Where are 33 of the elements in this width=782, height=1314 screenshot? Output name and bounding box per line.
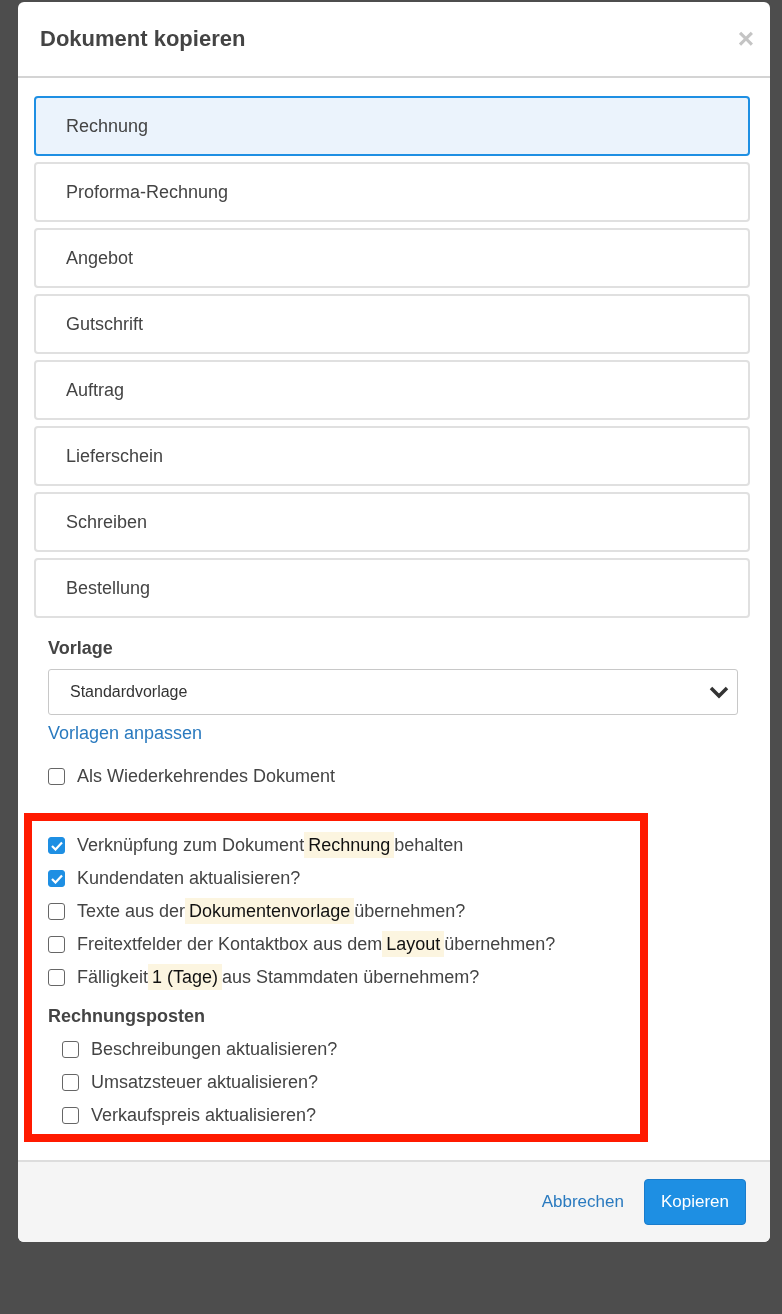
- document-type-item[interactable]: Proforma-Rechnung: [34, 162, 750, 222]
- checkbox-label: Verknüpfung zum Dokument Rechnung behalten: [77, 835, 464, 856]
- checkbox[interactable]: [48, 936, 65, 953]
- checkbox-label: Kundendaten aktualisieren?: [77, 868, 301, 889]
- chevron-down-icon: [709, 685, 729, 699]
- checkbox-label: Umsatzsteuer aktualisieren?: [91, 1072, 319, 1093]
- checkbox[interactable]: [62, 1074, 79, 1091]
- checkbox[interactable]: [62, 1041, 79, 1058]
- checkbox[interactable]: [48, 903, 65, 920]
- checkbox[interactable]: [48, 768, 65, 785]
- document-type-item[interactable]: Rechnung: [34, 96, 750, 156]
- checkbox-label: Beschreibungen aktualisieren?: [91, 1039, 338, 1060]
- checkbox-label: Fälligkeit 1 (Tage) aus Stammdaten übernehmem?: [77, 967, 480, 988]
- document-type-item[interactable]: Gutschrift: [34, 294, 750, 354]
- checkbox[interactable]: [48, 837, 65, 854]
- checkbox[interactable]: [48, 969, 65, 986]
- checkbox-label: Verkaufspreis aktualisieren?: [91, 1105, 317, 1126]
- checkbox-label: Freitextfelder der Kontaktbox aus dem Layout übernehmen?: [77, 934, 556, 955]
- dialog-title: Dokument kopieren: [40, 26, 246, 52]
- document-type-item[interactable]: Angebot: [34, 228, 750, 288]
- checkbox[interactable]: [62, 1107, 79, 1124]
- checkbox-label: Als Wiederkehrendes Dokument: [77, 766, 336, 787]
- checkbox-label: Texte aus der Dokumentenvorlage übernehmen?: [77, 901, 466, 922]
- template-select[interactable]: Standardvorlage: [48, 669, 738, 715]
- document-type-item[interactable]: Auftrag: [34, 360, 750, 420]
- checkbox[interactable]: [48, 870, 65, 887]
- document-type-item[interactable]: Schreiben: [34, 492, 750, 552]
- document-type-item[interactable]: Bestellung: [34, 558, 750, 618]
- customize-templates-link[interactable]: Vorlagen anpassen: [48, 723, 203, 744]
- template-label: Vorlage: [48, 638, 113, 659]
- cancel-link[interactable]: Abbrechen: [541, 1192, 624, 1212]
- line-items-heading: Rechnungsposten: [48, 1006, 206, 1027]
- document-type-item[interactable]: Lieferschein: [34, 426, 750, 486]
